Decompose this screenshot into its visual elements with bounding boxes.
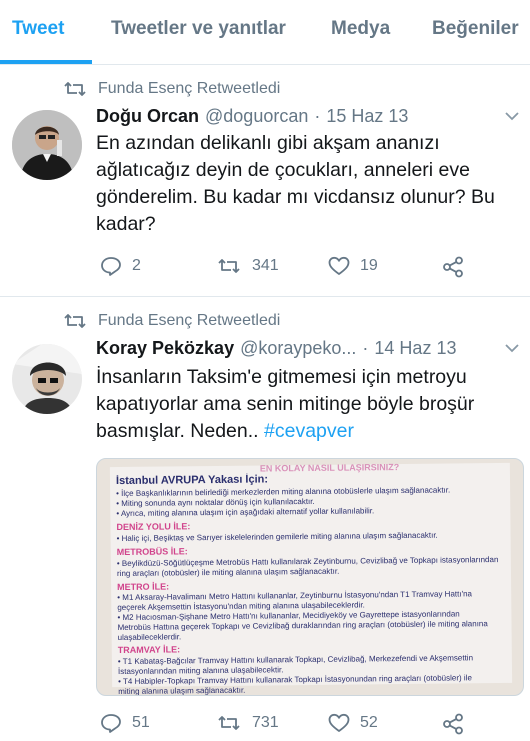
tab-likes[interactable]: Beğeniler — [432, 18, 519, 40]
tab-tweets[interactable]: Tweet — [12, 18, 64, 40]
tweet-header: Koray Peközkay @koraypeko... · 14 Haz 13 — [96, 336, 456, 360]
display-name[interactable]: Doğu Orcan — [96, 106, 199, 127]
retweet-icon — [64, 82, 86, 96]
chevron-down-icon[interactable] — [504, 108, 520, 124]
tab-media[interactable]: Medya — [331, 18, 390, 40]
heart-icon — [328, 713, 350, 732]
avatar[interactable] — [12, 110, 82, 180]
profile-tabs: Tweet Tweetler ve yanıtlar Medya Beğenil… — [0, 0, 530, 65]
retweet-icon — [218, 716, 240, 730]
like-button[interactable]: 19 — [328, 256, 378, 276]
like-count: 19 — [360, 257, 378, 274]
retweet-context: Funda Esenç Retweetledi — [62, 310, 280, 332]
tweet-actions: 2 341 19 — [100, 256, 480, 282]
reply-button[interactable]: 2 — [100, 256, 141, 276]
user-handle[interactable]: @koraypeko... — [240, 338, 356, 359]
retweet-icon — [64, 314, 86, 328]
active-tab-indicator — [0, 60, 92, 64]
share-button[interactable] — [442, 713, 474, 735]
reply-button[interactable]: 51 — [100, 713, 150, 733]
tweet-actions: 51 731 52 — [100, 713, 480, 739]
tweet-text-segment: basmışlar. Neden.. — [96, 420, 259, 442]
tweet-text-line: kadar? — [96, 213, 156, 235]
heart-icon — [328, 256, 350, 275]
tweet-text-line: En azından delikanlı gibi akşam ananızı — [96, 132, 440, 154]
separator-dot: · — [362, 337, 369, 358]
tweet-date[interactable]: 15 Haz 13 — [326, 106, 408, 127]
reply-icon — [101, 714, 121, 733]
reply-icon — [101, 257, 121, 276]
tweet-text-line: ağlatıcağız deyin de çocukları, anneleri… — [96, 159, 470, 181]
retweet-button[interactable]: 341 — [216, 256, 279, 276]
reply-count: 51 — [132, 714, 150, 731]
tweet[interactable]: Funda Esenç Retweetledi Koray Peközkay @… — [0, 298, 530, 741]
user-handle[interactable]: @doguorcan — [205, 106, 308, 127]
brochure-line: • Haliç içi, Beşiktaş ve Sarıyer iskelel… — [116, 530, 438, 544]
share-icon — [443, 713, 463, 735]
avatar[interactable] — [12, 344, 82, 414]
tweet-text-line: basmışlar. Neden.. #cevapver — [96, 418, 516, 445]
chevron-down-icon[interactable] — [504, 340, 520, 356]
tweet-header: Doğu Orcan @doguorcan · 15 Haz 13 — [96, 104, 408, 128]
tweet-text: İnsanların Taksim'e gitmemesi için metro… — [96, 364, 516, 445]
tab-tweets-and-replies[interactable]: Tweetler ve yanıtlar — [111, 18, 286, 40]
retweet-label: Funda Esenç Retweetledi — [98, 80, 281, 97]
hashtag-link[interactable]: #cevapver — [264, 420, 354, 442]
reply-count: 2 — [132, 257, 141, 274]
retweet-label: Funda Esenç Retweetledi — [98, 312, 281, 329]
retweet-context: Funda Esenç Retweetledi — [62, 78, 280, 100]
share-icon — [443, 256, 463, 278]
tweet-date[interactable]: 14 Haz 13 — [374, 338, 456, 359]
retweet-count: 341 — [252, 257, 279, 274]
retweet-icon — [218, 259, 240, 273]
tweet-text-line: gönderelim. Bu kadar mı vicdansız olunur… — [96, 186, 495, 208]
retweet-button[interactable]: 731 — [216, 713, 279, 733]
like-count: 52 — [360, 714, 378, 731]
tweet-text-line: İnsanların Taksim'e gitmemesi için metro… — [96, 366, 467, 388]
brochure-image: EN KOLAY NASIL ULAŞIRSINIZ? İstanbul AVR… — [109, 462, 513, 695]
tweet-photo[interactable]: EN KOLAY NASIL ULAŞIRSINIZ? İstanbul AVR… — [96, 458, 524, 696]
tweet[interactable]: Funda Esenç Retweetledi Doğu Orcan @dogu… — [0, 66, 530, 297]
like-button[interactable]: 52 — [328, 713, 378, 733]
tweet-text: En azından delikanlı gibi akşam ananızı … — [96, 130, 516, 238]
display-name[interactable]: Koray Peközkay — [96, 338, 234, 359]
separator-dot: · — [314, 105, 321, 126]
share-button[interactable] — [442, 256, 474, 278]
retweet-count: 731 — [252, 714, 279, 731]
tweet-text-line: kapatıyorlar ama senin mitinge böyle bro… — [96, 393, 475, 415]
